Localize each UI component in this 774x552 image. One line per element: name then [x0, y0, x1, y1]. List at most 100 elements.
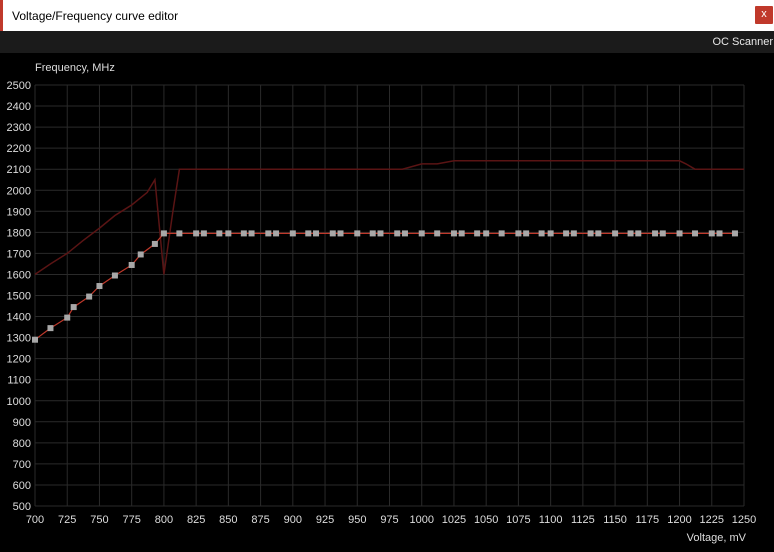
vf-curve-line — [34, 232, 735, 341]
curve-point[interactable] — [595, 230, 602, 237]
curve-point[interactable] — [160, 230, 167, 237]
x-tick-label: 1075 — [506, 514, 530, 526]
x-tick-label: 925 — [316, 514, 334, 526]
x-tick-label: 1250 — [732, 514, 756, 526]
curve-point[interactable] — [329, 230, 336, 237]
curve-point[interactable] — [151, 240, 158, 247]
curve-point[interactable] — [64, 314, 71, 321]
curve-point[interactable] — [563, 230, 570, 237]
vf-chart-area[interactable]: 700 725 750 775 800 825 850 875 900 925 950 975 1000… — [0, 53, 774, 547]
grid — [34, 84, 745, 507]
oc-scanner-button[interactable]: OC Scanner — [712, 36, 773, 48]
curve-point[interactable] — [305, 230, 312, 237]
x-tick-label: 1050 — [474, 514, 498, 526]
curve-point[interactable] — [434, 230, 441, 237]
y-tick-label: 1300 — [7, 333, 31, 345]
curve-point[interactable] — [273, 230, 280, 237]
curve-point[interactable] — [587, 230, 594, 237]
axis-ticks: 700 725 750 775 800 825 850 875 900 925 950 975 1000… — [7, 80, 757, 526]
curve-point[interactable] — [515, 230, 522, 237]
x-tick-label: 1175 — [635, 514, 659, 526]
x-tick-label: 800 — [155, 514, 173, 526]
curve-point[interactable] — [708, 230, 715, 237]
y-tick-label: 1800 — [7, 227, 31, 239]
close-button[interactable]: x — [755, 6, 773, 24]
curve-point[interactable] — [225, 230, 232, 237]
y-tick-label: 2400 — [7, 101, 31, 113]
y-tick-label: 2500 — [7, 80, 31, 92]
curve-point[interactable] — [96, 283, 103, 290]
curve-point[interactable] — [369, 230, 376, 237]
x-tick-label: 1100 — [539, 514, 563, 526]
curve-point[interactable] — [498, 230, 505, 237]
x-tick-label: 725 — [58, 514, 76, 526]
curve-point[interactable] — [635, 230, 642, 237]
curve-point[interactable] — [474, 230, 481, 237]
curve-point[interactable] — [289, 230, 296, 237]
curve-point[interactable] — [676, 230, 683, 237]
curve-point[interactable] — [401, 230, 408, 237]
x-tick-label: 1125 — [571, 514, 595, 526]
y-tick-label: 900 — [13, 417, 31, 429]
curve-point[interactable] — [377, 230, 384, 237]
curve-point[interactable] — [86, 293, 93, 300]
curve-points[interactable] — [32, 230, 738, 343]
y-tick-label: 1100 — [7, 375, 31, 387]
curve-point[interactable] — [313, 230, 320, 237]
y-axis-label: Frequency, MHz — [35, 62, 115, 74]
x-tick-label: 875 — [251, 514, 269, 526]
curve-point[interactable] — [570, 230, 577, 237]
x-tick-label: 1150 — [603, 514, 627, 526]
curve-point[interactable] — [200, 230, 207, 237]
curve-point[interactable] — [716, 230, 723, 237]
curve-point[interactable] — [111, 272, 118, 279]
x-tick-label: 750 — [90, 514, 108, 526]
title-bar: Voltage/Frequency curve editor x — [0, 0, 774, 31]
curve-point[interactable] — [248, 230, 255, 237]
curve-point[interactable] — [70, 304, 77, 311]
x-tick-label: 825 — [187, 514, 205, 526]
x-tick-label: 950 — [348, 514, 366, 526]
curve-point[interactable] — [418, 230, 425, 237]
curve-point[interactable] — [458, 230, 465, 237]
y-tick-label: 700 — [13, 459, 31, 471]
curve-point[interactable] — [659, 230, 666, 237]
curve-point[interactable] — [692, 230, 699, 237]
y-tick-label: 1200 — [7, 354, 31, 366]
curve-point[interactable] — [483, 230, 490, 237]
curve-point[interactable] — [240, 230, 247, 237]
curve-point[interactable] — [265, 230, 272, 237]
curve-point[interactable] — [176, 230, 183, 237]
x-tick-label: 850 — [219, 514, 237, 526]
x-tick-label: 975 — [380, 514, 398, 526]
curve-point[interactable] — [547, 230, 554, 237]
x-tick-label: 1025 — [442, 514, 466, 526]
curve-point[interactable] — [612, 230, 619, 237]
curve-point[interactable] — [193, 230, 200, 237]
x-tick-label: 1225 — [700, 514, 724, 526]
vf-curve-chart[interactable]: 700 725 750 775 800 825 850 875 900 925 950 975 1000… — [0, 53, 774, 547]
curve-point[interactable] — [394, 230, 401, 237]
y-tick-label: 1700 — [7, 248, 31, 260]
curve-point[interactable] — [354, 230, 361, 237]
x-tick-label: 1200 — [667, 514, 691, 526]
curve-point[interactable] — [731, 230, 738, 237]
curve-point[interactable] — [523, 230, 530, 237]
curve-point[interactable] — [538, 230, 545, 237]
curve-point[interactable] — [450, 230, 457, 237]
y-tick-label: 1400 — [7, 312, 31, 324]
curve-point[interactable] — [627, 230, 634, 237]
toolbar: OC Scanner — [0, 31, 774, 53]
curve-point[interactable] — [32, 336, 38, 343]
curve-point[interactable] — [137, 251, 144, 258]
curve-point[interactable] — [652, 230, 659, 237]
y-tick-label: 800 — [13, 438, 31, 450]
y-tick-label: 2100 — [7, 164, 31, 176]
curve-point[interactable] — [216, 230, 223, 237]
curve-point[interactable] — [128, 261, 135, 268]
y-tick-label: 1600 — [7, 269, 31, 281]
curve-point[interactable] — [337, 230, 344, 237]
curve-point[interactable] — [47, 325, 54, 332]
x-tick-label: 1000 — [409, 514, 433, 526]
y-tick-label: 1900 — [7, 206, 31, 218]
